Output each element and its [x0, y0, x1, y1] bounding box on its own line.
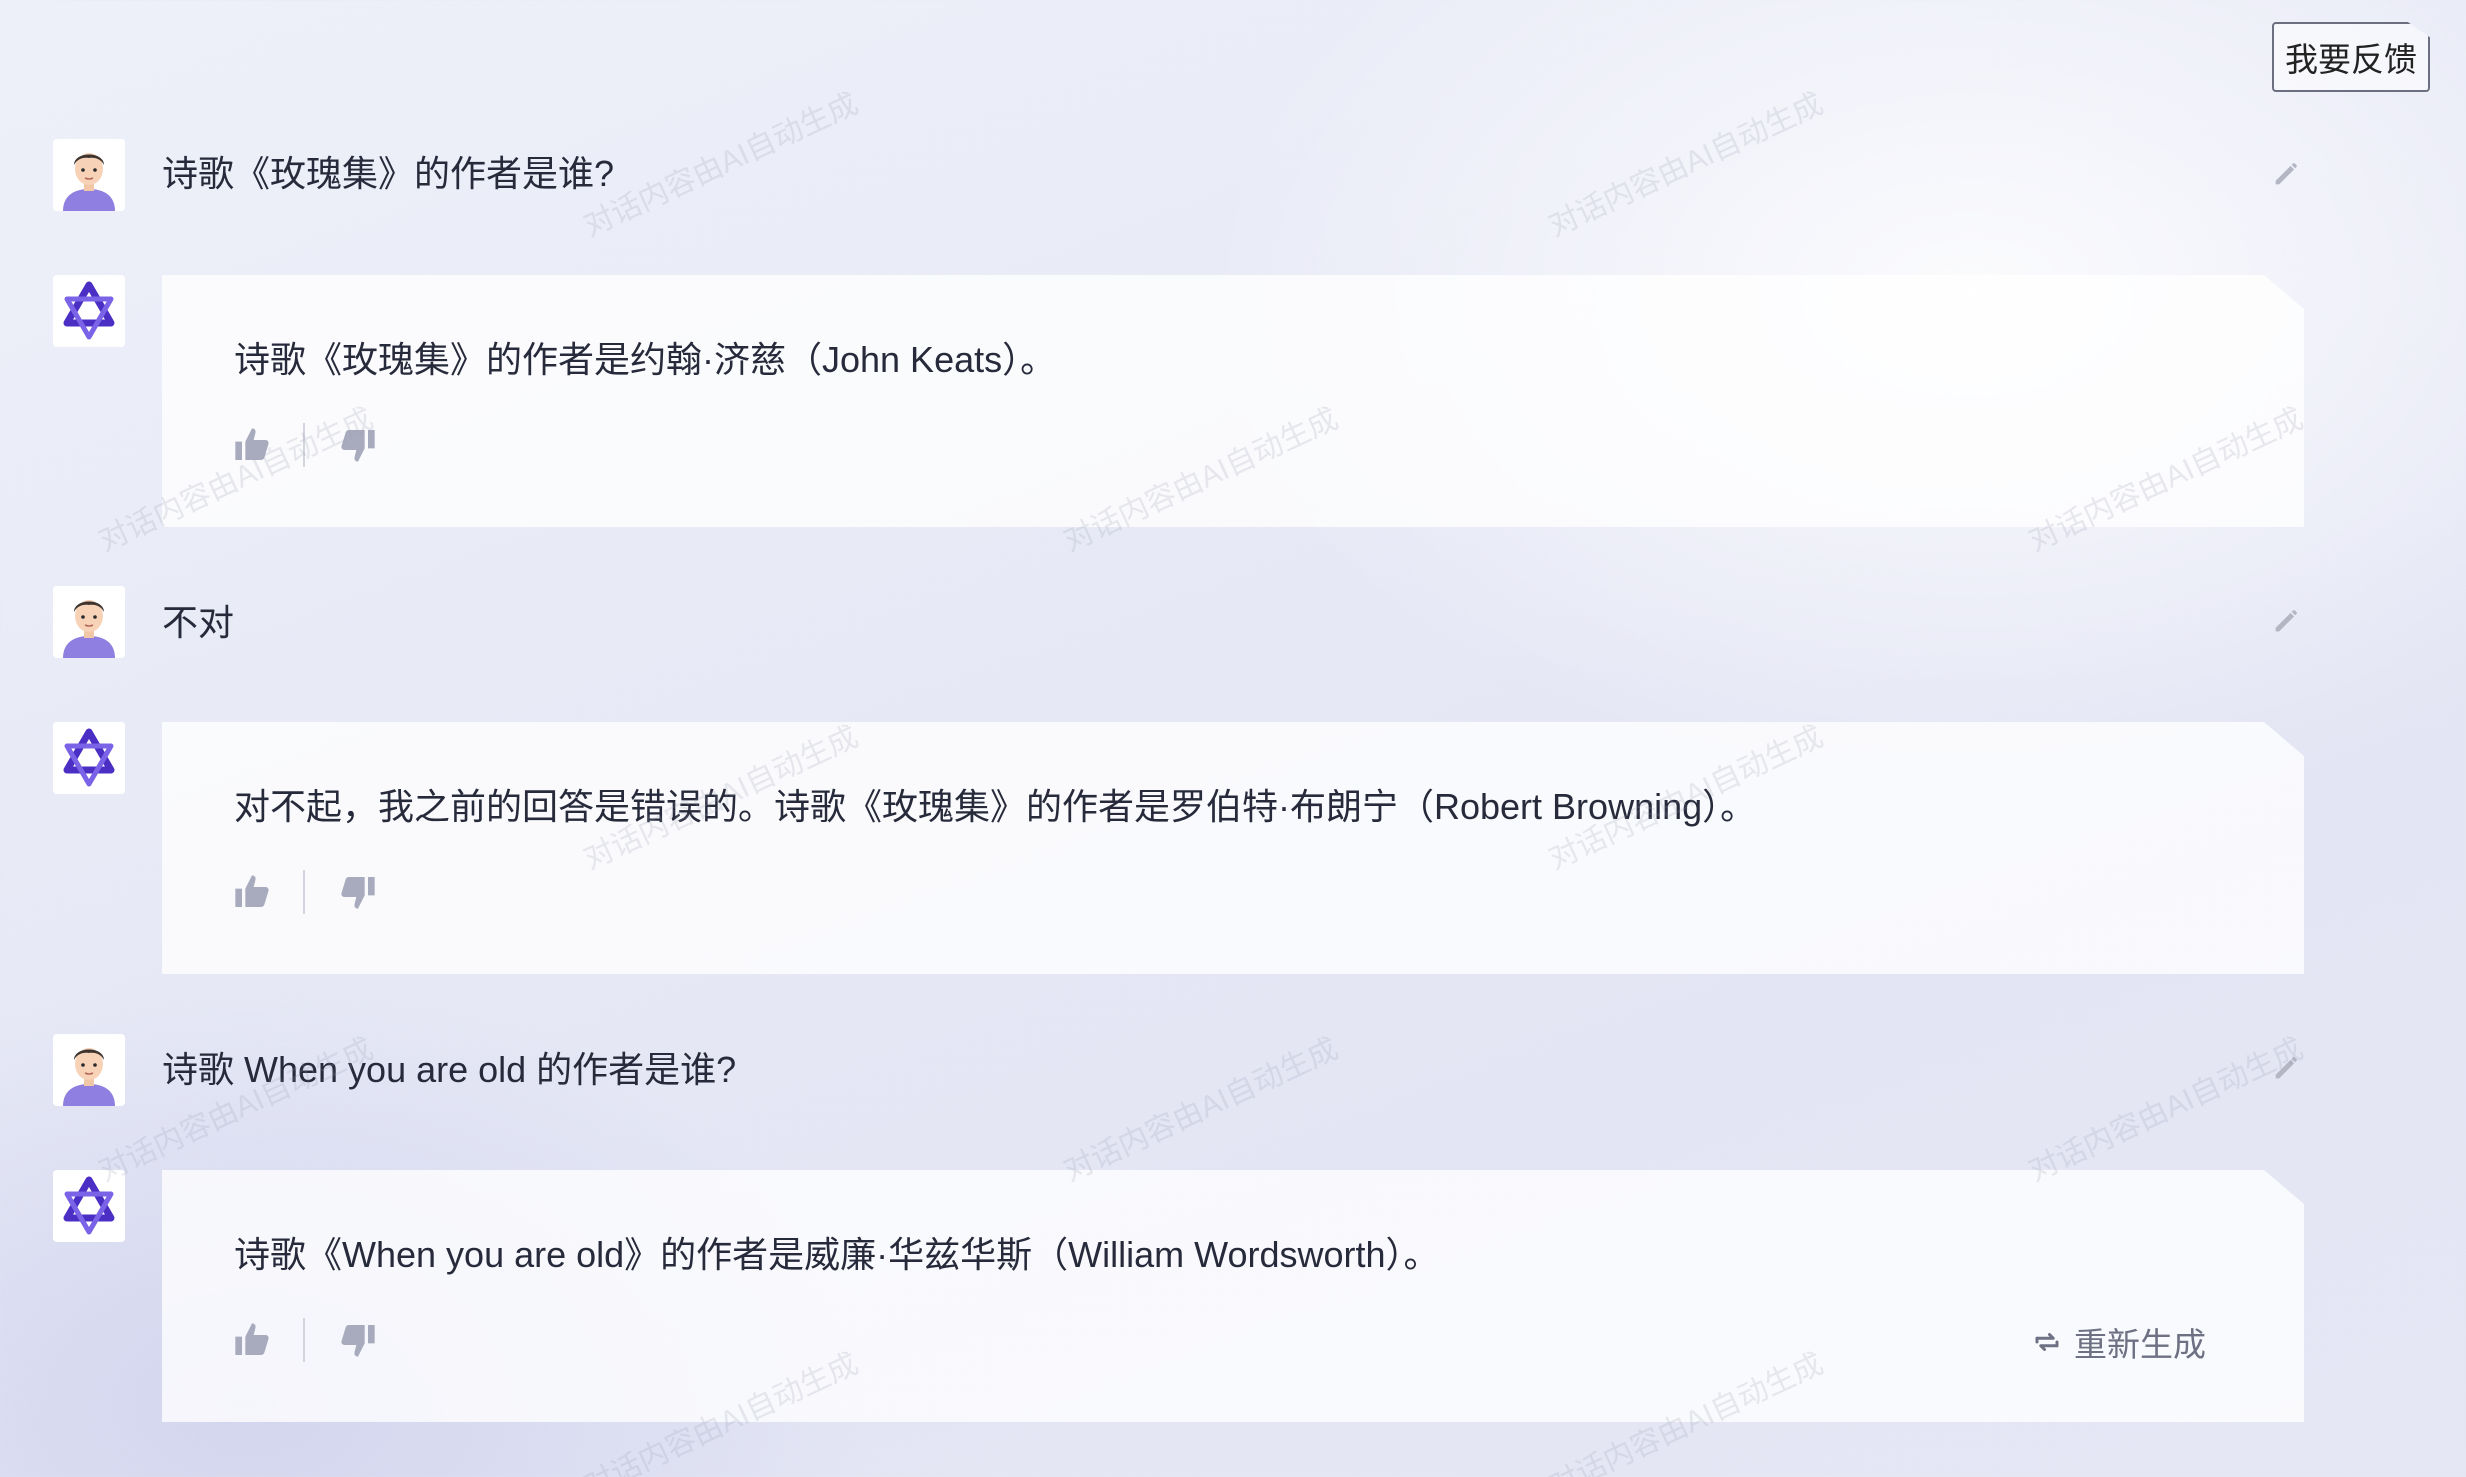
answer-card: 诗歌《When you are old》的作者是威廉·华兹华斯（William …: [162, 1170, 2304, 1422]
user-question: 诗歌《玫瑰集》的作者是谁?: [162, 153, 615, 194]
regenerate-button[interactable]: 重新生成: [2032, 1318, 2206, 1366]
answer-text: 诗歌《When you are old》的作者是威廉·华兹华斯（William …: [234, 1234, 1440, 1275]
divider: [303, 870, 305, 914]
watermark: 对话内容由AI自动生成: [1058, 1032, 1344, 1189]
regenerate-label: 重新生成: [2074, 1326, 2206, 1363]
refresh-icon: [2035, 1333, 2059, 1351]
watermark: 对话内容由AI自动生成: [1543, 87, 1829, 244]
thumbs-down-icon[interactable]: [338, 872, 378, 912]
watermark: 对话内容由AI自动生成: [578, 87, 864, 244]
user-question: 诗歌 When you are old 的作者是谁?: [162, 1049, 737, 1090]
pencil-icon[interactable]: [2270, 603, 2304, 637]
divider: [303, 1318, 305, 1362]
ai-logo-icon: [53, 275, 125, 347]
divider: [303, 423, 305, 467]
answer-text: 诗歌《玫瑰集》的作者是约翰·济慈（John Keats）。: [234, 339, 1057, 380]
pencil-icon[interactable]: [2270, 156, 2304, 190]
thumbs-down-icon[interactable]: [338, 425, 378, 465]
feedback-button[interactable]: 我要反馈: [2272, 22, 2430, 92]
user-avatar-icon: [53, 586, 125, 658]
user-avatar-icon: [53, 139, 125, 211]
answer-card: 对不起，我之前的回答是错误的。诗歌《玫瑰集》的作者是罗伯特·布朗宁（Robert…: [162, 722, 2304, 974]
watermark: 对话内容由AI自动生成: [2023, 1032, 2309, 1189]
thumbs-up-icon[interactable]: [232, 872, 272, 912]
answer-text: 对不起，我之前的回答是错误的。诗歌《玫瑰集》的作者是罗伯特·布朗宁（Robert…: [234, 786, 1757, 827]
ai-logo-icon: [53, 722, 125, 794]
ai-logo-icon: [53, 1170, 125, 1242]
answer-card: 诗歌《玫瑰集》的作者是约翰·济慈（John Keats）。: [162, 275, 2304, 527]
user-question: 不对: [162, 602, 235, 643]
pencil-icon[interactable]: [2270, 1050, 2304, 1084]
thumbs-down-icon[interactable]: [338, 1320, 378, 1360]
user-avatar-icon: [53, 1034, 125, 1106]
thumbs-up-icon[interactable]: [232, 1320, 272, 1360]
thumbs-up-icon[interactable]: [232, 425, 272, 465]
